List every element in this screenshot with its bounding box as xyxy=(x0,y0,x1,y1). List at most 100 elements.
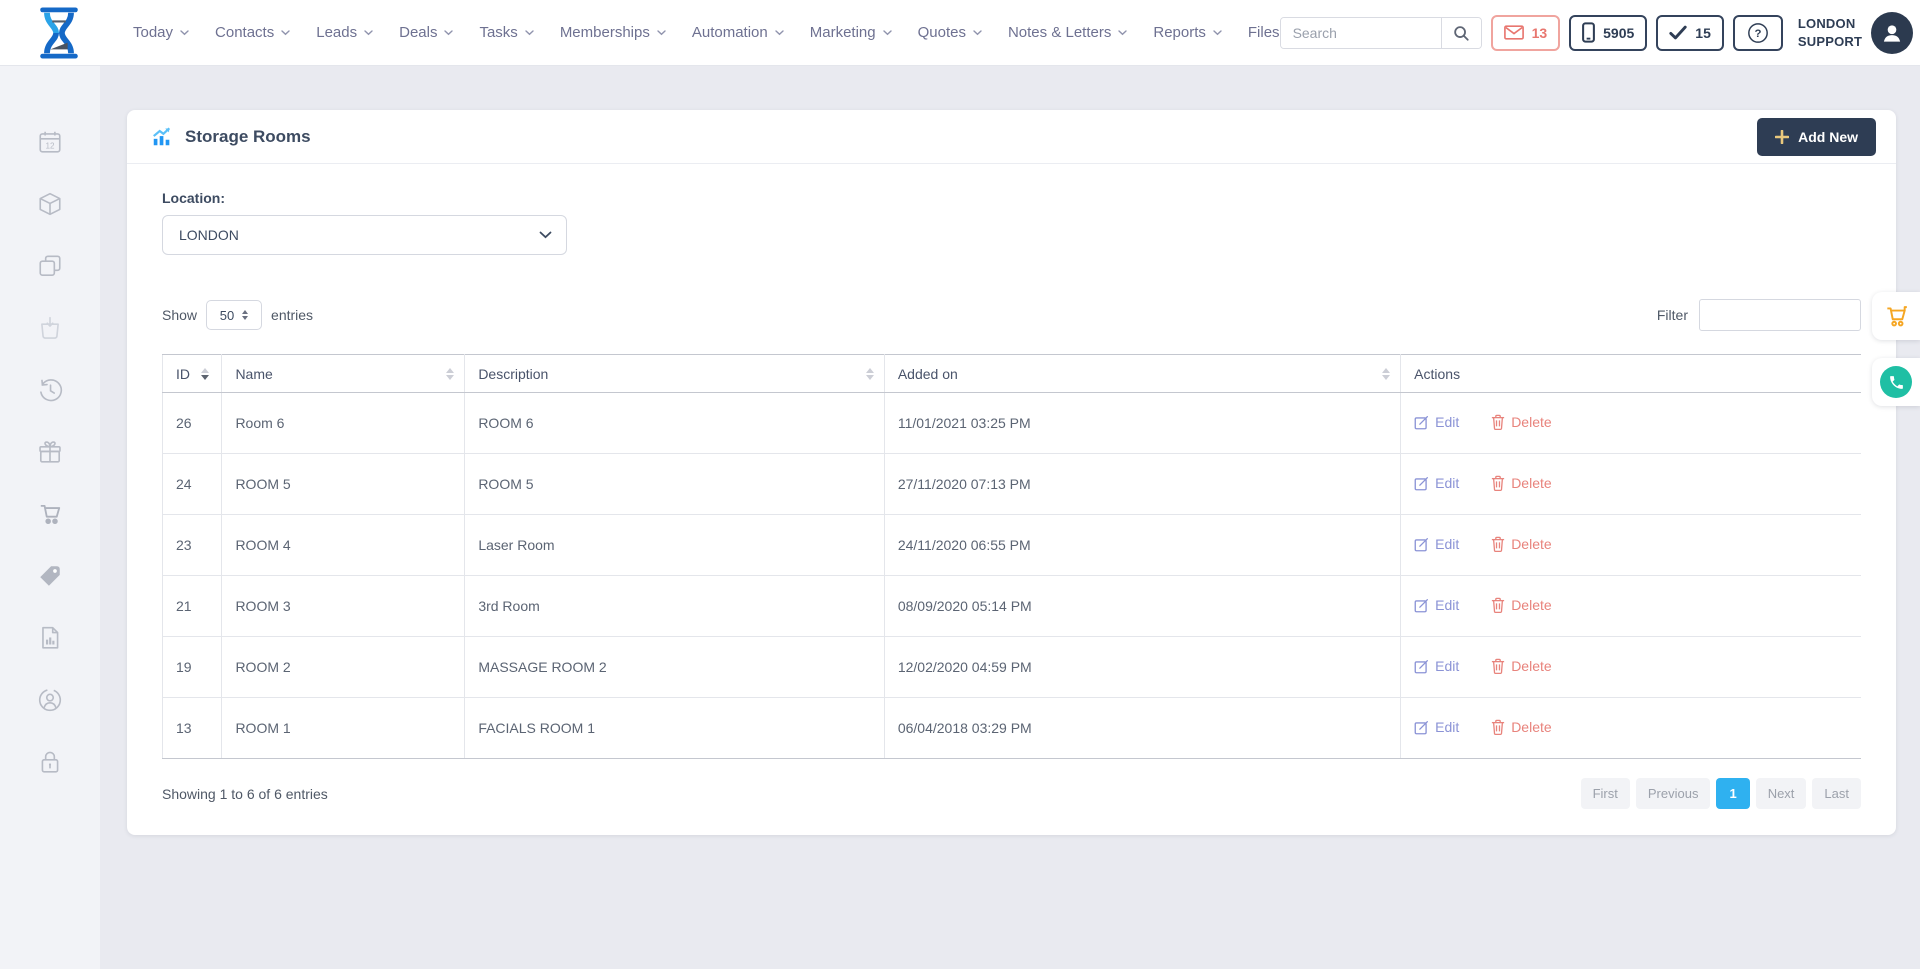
sort-icon xyxy=(201,368,209,380)
svg-text:12: 12 xyxy=(45,141,55,150)
tasks-count: 15 xyxy=(1695,25,1711,41)
search-input[interactable] xyxy=(1281,18,1441,48)
cell-added-on: 27/11/2020 07:13 PM xyxy=(884,454,1400,515)
shopping-cart-fab[interactable] xyxy=(1872,292,1920,340)
left-sidebar: 12 xyxy=(0,66,100,969)
nav-item-contacts[interactable]: Contacts xyxy=(215,24,290,41)
trash-icon xyxy=(1491,719,1505,735)
nav-item-files[interactable]: Files xyxy=(1248,24,1280,41)
account-icon[interactable] xyxy=(37,687,63,713)
cart-icon[interactable] xyxy=(37,501,63,527)
column-header-name[interactable]: Name xyxy=(222,355,465,393)
edit-button[interactable]: Edit xyxy=(1414,414,1459,430)
tag-icon[interactable] xyxy=(37,563,63,589)
location-select[interactable]: LONDON xyxy=(162,215,567,255)
nav-item-reports[interactable]: Reports xyxy=(1153,24,1222,41)
chart-icon xyxy=(151,126,173,148)
nav-item-quotes[interactable]: Quotes xyxy=(918,24,982,41)
column-header-id[interactable]: ID xyxy=(163,355,222,393)
table-row: 21 ROOM 3 3rd Room 08/09/2020 05:14 PM E… xyxy=(163,576,1862,637)
nav-item-memberships[interactable]: Memberships xyxy=(560,24,666,41)
edit-button[interactable]: Edit xyxy=(1414,475,1459,491)
trash-icon xyxy=(1491,597,1505,613)
chevron-down-icon xyxy=(180,30,189,36)
nav-item-notes-letters[interactable]: Notes & Letters xyxy=(1008,24,1127,41)
top-navbar: Today Contacts Leads Deals Tasks Members… xyxy=(0,0,1920,66)
chevron-down-icon xyxy=(1118,30,1127,36)
cell-description: MASSAGE ROOM 2 xyxy=(465,637,885,698)
gift-icon[interactable] xyxy=(37,439,63,465)
filter-control: Filter xyxy=(1657,299,1861,331)
add-new-button[interactable]: Add New xyxy=(1757,118,1876,156)
pagination-previous[interactable]: Previous xyxy=(1636,778,1711,809)
nav-item-marketing[interactable]: Marketing xyxy=(810,24,892,41)
user-avatar[interactable] xyxy=(1871,12,1913,54)
calendar-icon[interactable]: 12 xyxy=(37,129,63,155)
cell-description: ROOM 6 xyxy=(465,393,885,454)
delete-button[interactable]: Delete xyxy=(1491,414,1551,430)
edit-button[interactable]: Edit xyxy=(1414,719,1459,735)
delete-button[interactable]: Delete xyxy=(1491,658,1551,674)
nav-item-deals[interactable]: Deals xyxy=(399,24,453,41)
filter-input[interactable] xyxy=(1699,299,1861,331)
phone-fab[interactable] xyxy=(1872,358,1920,406)
nav-item-today[interactable]: Today xyxy=(133,24,189,41)
app-logo-icon[interactable] xyxy=(33,7,85,59)
location-value: LONDON xyxy=(179,227,239,243)
pagination-last[interactable]: Last xyxy=(1812,778,1861,809)
cell-actions: Edit Delete xyxy=(1401,454,1861,515)
page-length-select[interactable]: 50 xyxy=(206,300,262,330)
chevron-down-icon xyxy=(444,30,453,36)
cell-id: 23 xyxy=(163,515,222,576)
bag-icon[interactable] xyxy=(37,315,63,341)
chevron-down-icon xyxy=(1213,30,1222,36)
pagination-page-1[interactable]: 1 xyxy=(1716,778,1749,809)
edit-button[interactable]: Edit xyxy=(1414,536,1459,552)
messages-count: 13 xyxy=(1532,25,1548,41)
delete-button[interactable]: Delete xyxy=(1491,597,1551,613)
edit-icon xyxy=(1414,476,1429,491)
delete-button[interactable]: Delete xyxy=(1491,536,1551,552)
help-icon: ? xyxy=(1747,22,1769,44)
column-header-added-on[interactable]: Added on xyxy=(884,355,1400,393)
edit-icon xyxy=(1414,537,1429,552)
show-label: Show xyxy=(162,307,197,323)
chevron-down-icon xyxy=(525,30,534,36)
delete-button[interactable]: Delete xyxy=(1491,475,1551,491)
edit-button[interactable]: Edit xyxy=(1414,597,1459,613)
sort-icon xyxy=(1382,368,1390,380)
cell-added-on: 11/01/2021 03:25 PM xyxy=(884,393,1400,454)
cube-icon[interactable] xyxy=(37,191,63,217)
search-button[interactable] xyxy=(1441,18,1481,48)
tasks-badge[interactable]: 15 xyxy=(1656,15,1724,51)
card-header: Storage Rooms Add New xyxy=(127,110,1896,163)
copy-icon[interactable] xyxy=(37,253,63,279)
sort-icon xyxy=(446,368,454,380)
calls-badge[interactable]: 5905 xyxy=(1569,15,1647,51)
pagination-first[interactable]: First xyxy=(1581,778,1630,809)
table-row: 13 ROOM 1 FACIALS ROOM 1 06/04/2018 03:2… xyxy=(163,698,1862,759)
delete-button[interactable]: Delete xyxy=(1491,719,1551,735)
cell-name: ROOM 2 xyxy=(222,637,465,698)
global-search xyxy=(1280,17,1482,49)
help-button[interactable]: ? xyxy=(1733,15,1783,51)
nav-item-tasks[interactable]: Tasks xyxy=(479,24,533,41)
edit-icon xyxy=(1414,659,1429,674)
trash-icon xyxy=(1491,536,1505,552)
nav-item-automation[interactable]: Automation xyxy=(692,24,784,41)
report-icon[interactable] xyxy=(37,625,63,651)
history-icon[interactable] xyxy=(37,377,63,403)
cell-actions: Edit Delete xyxy=(1401,576,1861,637)
lock-icon[interactable] xyxy=(37,749,63,775)
svg-text:?: ? xyxy=(1754,28,1761,40)
cell-description: ROOM 5 xyxy=(465,454,885,515)
entries-label: entries xyxy=(271,307,313,323)
cell-actions: Edit Delete xyxy=(1401,698,1861,759)
pagination-next[interactable]: Next xyxy=(1756,778,1807,809)
trash-icon xyxy=(1491,475,1505,491)
edit-button[interactable]: Edit xyxy=(1414,658,1459,674)
nav-item-leads[interactable]: Leads xyxy=(316,24,373,41)
column-header-description[interactable]: Description xyxy=(465,355,885,393)
messages-badge[interactable]: 13 xyxy=(1491,15,1561,51)
phone-icon xyxy=(1880,366,1912,398)
